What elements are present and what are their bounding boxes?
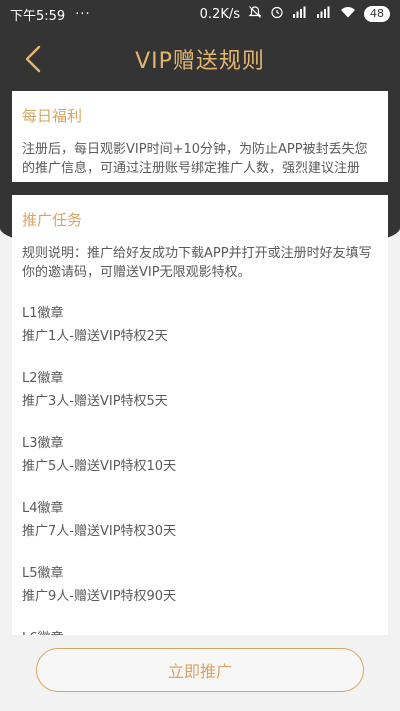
network-speed: 0.2K/s xyxy=(199,6,240,22)
promote-now-button[interactable]: 立即推广 xyxy=(36,648,364,692)
daily-benefit-title: 每日福利 xyxy=(22,107,83,125)
level-desc: 推广3人-赠送VIP特权5天 xyxy=(22,394,168,409)
level-item: L1徽章 推广1人-赠送VIP特权2天 xyxy=(22,302,378,348)
level-name: L4徽章 xyxy=(22,501,64,516)
level-item: L6徽章 xyxy=(22,627,378,635)
daily-benefit-text: 注册后，每日观影VIP时间+10分钟，为防止APP被封丢失您的推广信息，可通过注… xyxy=(22,142,368,176)
promotion-task-card: 推广任务 规则说明：推广给好友成功下载APP并打开或注册时好友填写你的邀请码，可… xyxy=(12,195,388,635)
page-title: VIP赠送规则 xyxy=(135,49,265,74)
alarm-icon xyxy=(270,5,284,23)
nav-bar: VIP赠送规则 xyxy=(0,28,400,90)
signal-icon xyxy=(316,5,332,23)
status-time: 下午5:59 xyxy=(10,8,66,24)
mute-icon xyxy=(248,5,262,23)
level-name: L1徽章 xyxy=(22,306,64,321)
chevron-left-icon xyxy=(25,45,41,73)
level-name: L3徽章 xyxy=(22,436,64,451)
level-item: L4徽章 推广7人-赠送VIP特权30天 xyxy=(22,497,378,543)
wifi-icon xyxy=(340,5,356,23)
level-item: L5徽章 推广9人-赠送VIP特权90天 xyxy=(22,562,378,608)
level-desc: 推广7人-赠送VIP特权30天 xyxy=(22,524,177,539)
promotion-task-title: 推广任务 xyxy=(22,211,83,229)
level-name: L6徽章 xyxy=(22,627,378,635)
level-item: L2徽章 推广3人-赠送VIP特权5天 xyxy=(22,367,378,413)
notification-dots: ··· xyxy=(75,6,91,22)
level-name: L5徽章 xyxy=(22,566,64,581)
level-list: L1徽章 推广1人-赠送VIP特权2天 L2徽章 推广3人-赠送VIP特权5天 … xyxy=(22,302,378,635)
level-name: L2徽章 xyxy=(22,371,64,386)
level-desc: 推广9人-赠送VIP特权90天 xyxy=(22,589,177,604)
level-desc: 推广5人-赠送VIP特权10天 xyxy=(22,459,177,474)
status-bar: 下午5:59 ··· 0.2K/s 48 xyxy=(0,0,400,28)
battery-indicator: 48 xyxy=(364,6,390,22)
signal-hd-icon xyxy=(292,5,308,23)
promotion-rule-text: 规则说明：推广给好友成功下载APP并打开或注册时好友填写你的邀请码，可赠送VIP… xyxy=(22,246,372,280)
daily-benefit-card: 每日福利 注册后，每日观影VIP时间+10分钟，为防止APP被封丢失您的推广信息… xyxy=(12,91,388,182)
level-item: L3徽章 推广5人-赠送VIP特权10天 xyxy=(22,432,378,478)
back-button[interactable] xyxy=(18,42,48,76)
level-desc: 推广1人-赠送VIP特权2天 xyxy=(22,329,168,344)
